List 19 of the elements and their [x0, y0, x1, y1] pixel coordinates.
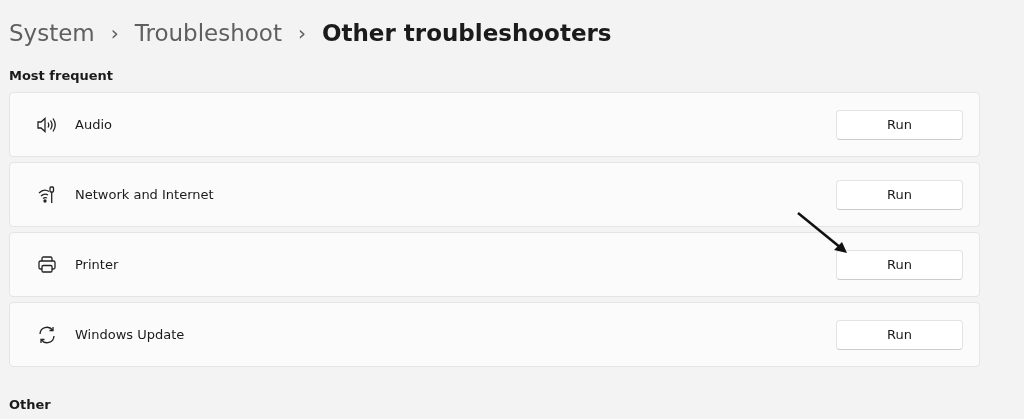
- troubleshooter-label: Audio: [75, 117, 113, 132]
- page-title: Other troubleshooters: [321, 20, 612, 46]
- troubleshooter-label: Network and Internet: [75, 187, 215, 202]
- troubleshooter-label: Windows Update: [75, 327, 186, 342]
- wifi-icon: [38, 185, 56, 204]
- run-button[interactable]: Run: [836, 179, 963, 210]
- breadcrumb-link[interactable]: Troubleshoot: [134, 20, 282, 46]
- breadcrumb-link[interactable]: System: [9, 20, 95, 46]
- sync-icon: [38, 325, 56, 344]
- run-button[interactable]: Run: [836, 319, 963, 350]
- troubleshooter-label: Printer: [75, 257, 120, 272]
- speaker-icon: [37, 116, 57, 133]
- section-heading: Most frequent: [9, 68, 115, 83]
- section-heading: Other: [9, 397, 52, 412]
- chevron-separator: ›: [297, 21, 306, 45]
- chevron-separator: ›: [110, 21, 119, 45]
- printer-icon: [38, 256, 56, 273]
- run-button[interactable]: Run: [836, 249, 963, 280]
- run-button[interactable]: Run: [836, 109, 963, 140]
